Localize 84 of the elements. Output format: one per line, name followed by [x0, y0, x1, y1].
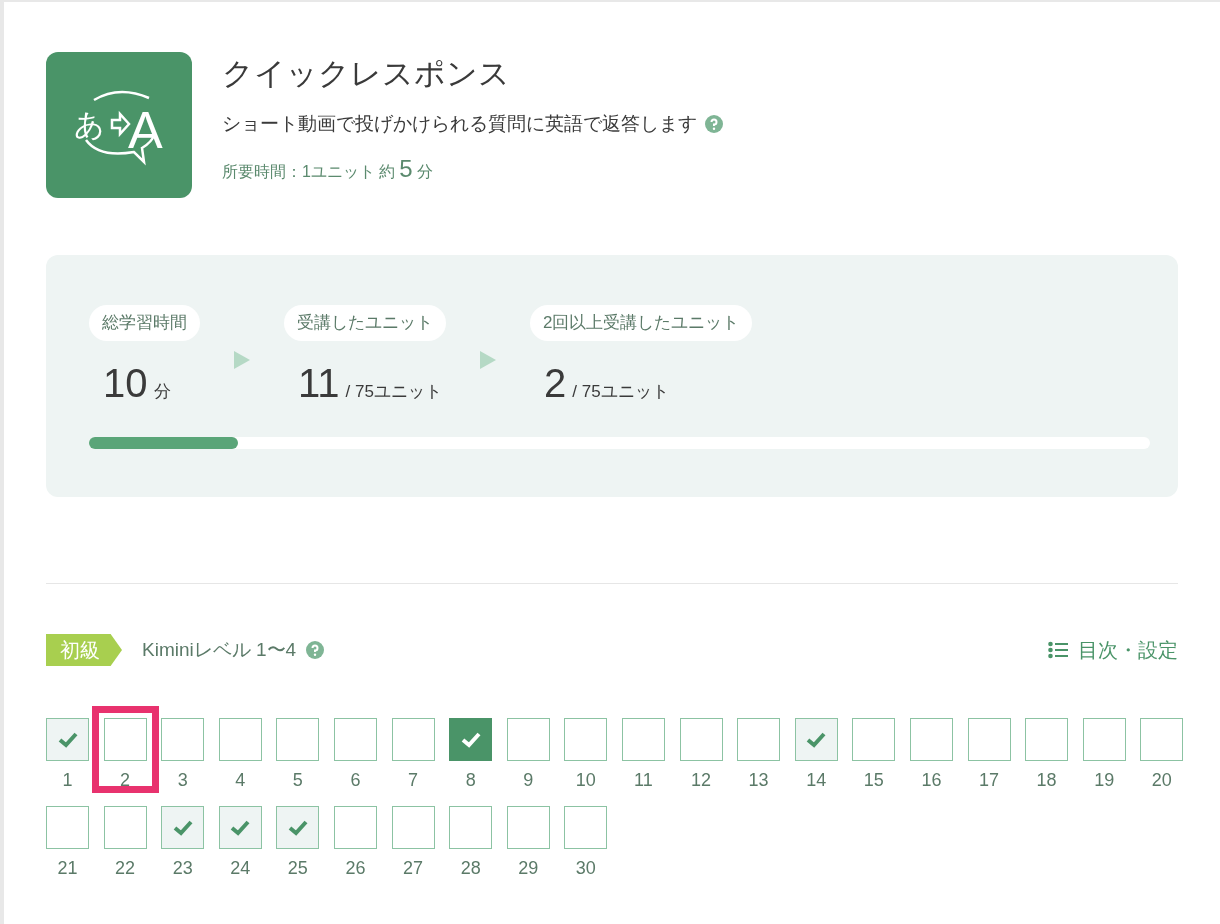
unit-number: 27 — [403, 857, 424, 879]
unit-checkbox[interactable] — [852, 718, 896, 761]
stat-value: 10 分 — [103, 360, 171, 405]
duration-text: 所要時間：1ユニット 約 5 分 — [222, 153, 434, 184]
course-logo-icon: あ A — [46, 52, 192, 198]
unit-checkbox[interactable] — [909, 718, 953, 761]
unit-number: 3 — [177, 769, 188, 791]
help-icon[interactable] — [306, 641, 325, 659]
course-description: ショート動画で投げかけられる質問に英語で返答します — [222, 112, 697, 136]
unit-checkbox[interactable] — [621, 718, 665, 761]
unit-checkbox[interactable] — [1140, 718, 1184, 761]
check-icon — [459, 730, 482, 749]
unit-number: 30 — [575, 857, 596, 879]
check-icon — [229, 818, 252, 837]
arrow-icon — [480, 351, 496, 369]
unit-number: 7 — [408, 769, 419, 791]
list-icon — [1048, 641, 1068, 659]
arrow-icon — [234, 351, 250, 369]
unit-checkbox[interactable] — [103, 718, 147, 761]
unit-checkbox[interactable] — [276, 806, 320, 849]
unit-number: 13 — [748, 769, 769, 791]
level-badge: 初級 — [46, 634, 122, 666]
unit-checkbox[interactable] — [46, 718, 89, 761]
stat-value: 2/ 75ユニット — [544, 360, 669, 405]
unit-checkbox[interactable] — [449, 718, 493, 761]
stat-label: 2回以上受講したユニット — [530, 305, 753, 341]
help-icon[interactable] — [705, 115, 723, 134]
unit-checkbox[interactable] — [1025, 718, 1069, 761]
course-title: クイックレスポンス — [222, 55, 511, 93]
unit-number: 21 — [57, 857, 78, 879]
unit-number: 8 — [465, 769, 476, 791]
unit-number: 2 — [120, 769, 131, 791]
check-icon — [286, 818, 309, 837]
unit-checkbox[interactable] — [333, 806, 377, 849]
unit-checkbox[interactable] — [276, 718, 320, 761]
unit-checkbox[interactable] — [737, 718, 781, 761]
unit-checkbox[interactable] — [564, 806, 608, 849]
unit-checkbox[interactable] — [218, 718, 262, 761]
unit-checkbox[interactable] — [391, 718, 435, 761]
unit-number: 28 — [460, 857, 481, 879]
unit-checkbox[interactable] — [333, 718, 377, 761]
unit-checkbox[interactable] — [449, 806, 493, 849]
unit-number: 29 — [518, 857, 539, 879]
unit-checkbox[interactable] — [794, 718, 838, 761]
unit-number: 22 — [115, 857, 136, 879]
unit-checkbox[interactable] — [1082, 718, 1126, 761]
unit-number: 10 — [575, 769, 596, 791]
unit-number: 17 — [979, 769, 999, 791]
unit-number: 23 — [172, 857, 193, 879]
unit-number: 25 — [287, 857, 308, 879]
unit-number: 19 — [1094, 769, 1115, 791]
check-icon — [56, 730, 79, 749]
unit-checkbox[interactable] — [218, 806, 262, 849]
unit-checkbox[interactable] — [967, 718, 1011, 761]
unit-checkbox[interactable] — [391, 806, 435, 849]
stat-label: 総学習時間 — [89, 305, 200, 341]
unit-checkbox[interactable] — [161, 718, 205, 761]
unit-checkbox[interactable] — [564, 718, 608, 761]
contents-settings-link[interactable]: 目次・設定 — [1048, 635, 1178, 665]
unit-number: 20 — [1151, 769, 1172, 791]
unit-number: 9 — [523, 769, 534, 791]
level-label: Kiminiレベル 1〜4 — [142, 637, 297, 662]
stat-label: 受講したユニット — [284, 305, 446, 341]
unit-checkbox[interactable] — [46, 806, 89, 849]
unit-number: 6 — [350, 769, 361, 791]
unit-number: 4 — [235, 769, 246, 791]
unit-number: 1 — [62, 769, 73, 791]
unit-number: 24 — [230, 857, 251, 879]
unit-number: 5 — [292, 769, 303, 791]
check-icon — [805, 730, 828, 749]
unit-checkbox[interactable] — [103, 806, 147, 849]
unit-number: 26 — [345, 857, 366, 879]
unit-number: 14 — [806, 769, 827, 791]
check-icon — [171, 818, 194, 837]
stat-value: 11/ 75ユニット — [298, 360, 442, 405]
unit-checkbox[interactable] — [506, 806, 550, 849]
unit-checkbox[interactable] — [679, 718, 723, 761]
unit-number: 18 — [1036, 769, 1057, 791]
unit-checkbox[interactable] — [161, 806, 205, 849]
unit-number: 16 — [921, 769, 942, 791]
unit-number: 12 — [691, 769, 712, 791]
unit-checkbox[interactable] — [506, 718, 550, 761]
unit-number: 15 — [863, 769, 884, 791]
unit-number: 11 — [634, 769, 653, 791]
